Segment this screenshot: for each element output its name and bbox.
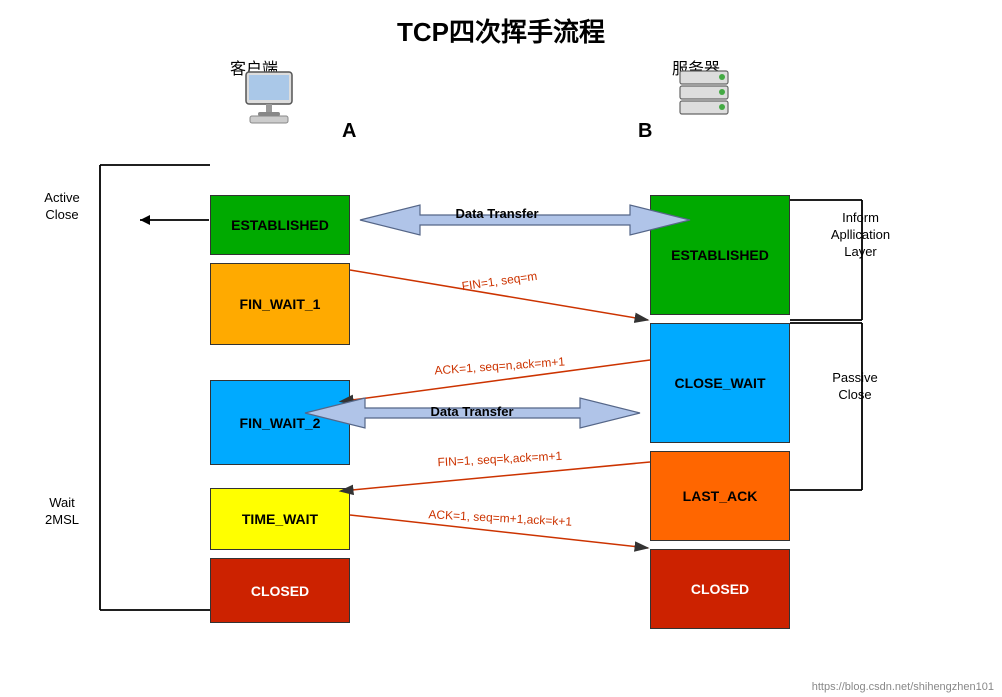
ack1-label: ACK=1, seq=n,ack=m+1: [434, 354, 566, 377]
closed-client-box: CLOSED: [210, 558, 350, 623]
client-icon: [238, 70, 308, 128]
ack2-arrow: ACK=1, seq=m+1,ack=k+1: [350, 507, 648, 548]
active-close-label: ActiveClose: [22, 190, 102, 224]
passive-close-label: PassiveClose: [810, 370, 900, 404]
diagram-container: TCP四次挥手流程 客户端 服务器 A B ESTAB: [0, 0, 1002, 697]
ack2-label: ACK=1, seq=m+1,ack=k+1: [428, 507, 573, 529]
established-client-box: ESTABLISHED: [210, 195, 350, 255]
fin1-label: FIN=1, seq=m: [461, 269, 538, 293]
arrows-overlay: Data Transfer FIN=1, seq=m ACK=1, seq=n,…: [0, 0, 1002, 697]
data-transfer-bottom-arrow: Data Transfer: [305, 398, 640, 428]
wait-2msl-label: Wait2MSL: [22, 495, 102, 529]
closed-server-box: CLOSED: [650, 549, 790, 629]
fin2-arrow: FIN=1, seq=k,ack=m+1: [352, 449, 650, 490]
time-wait-box: TIME_WAIT: [210, 488, 350, 550]
data-transfer-top-label: Data Transfer: [455, 206, 538, 221]
fin1-arrow: FIN=1, seq=m: [350, 269, 648, 320]
client-letter: A: [342, 120, 356, 143]
server-letter: B: [638, 120, 652, 143]
watermark: https://blog.csdn.net/shihengzhen101: [812, 681, 994, 693]
page-title: TCP四次挥手流程: [0, 0, 1002, 49]
server-icon: [672, 66, 737, 127]
inform-app-label: InformApllicationLayer: [808, 210, 913, 261]
fin-wait-1-box: FIN_WAIT_1: [210, 263, 350, 345]
close-wait-box: CLOSE_WAIT: [650, 323, 790, 443]
ack1-arrow: ACK=1, seq=n,ack=m+1: [352, 354, 650, 400]
data-transfer-top-arrow: Data Transfer: [360, 205, 690, 235]
last-ack-box: LAST_ACK: [650, 451, 790, 541]
fin2-label: FIN=1, seq=k,ack=m+1: [437, 449, 563, 470]
data-transfer-bottom-label: Data Transfer: [430, 404, 513, 419]
fin-wait-2-box: FIN_WAIT_2: [210, 380, 350, 465]
established-server-box: ESTABLISHED: [650, 195, 790, 315]
